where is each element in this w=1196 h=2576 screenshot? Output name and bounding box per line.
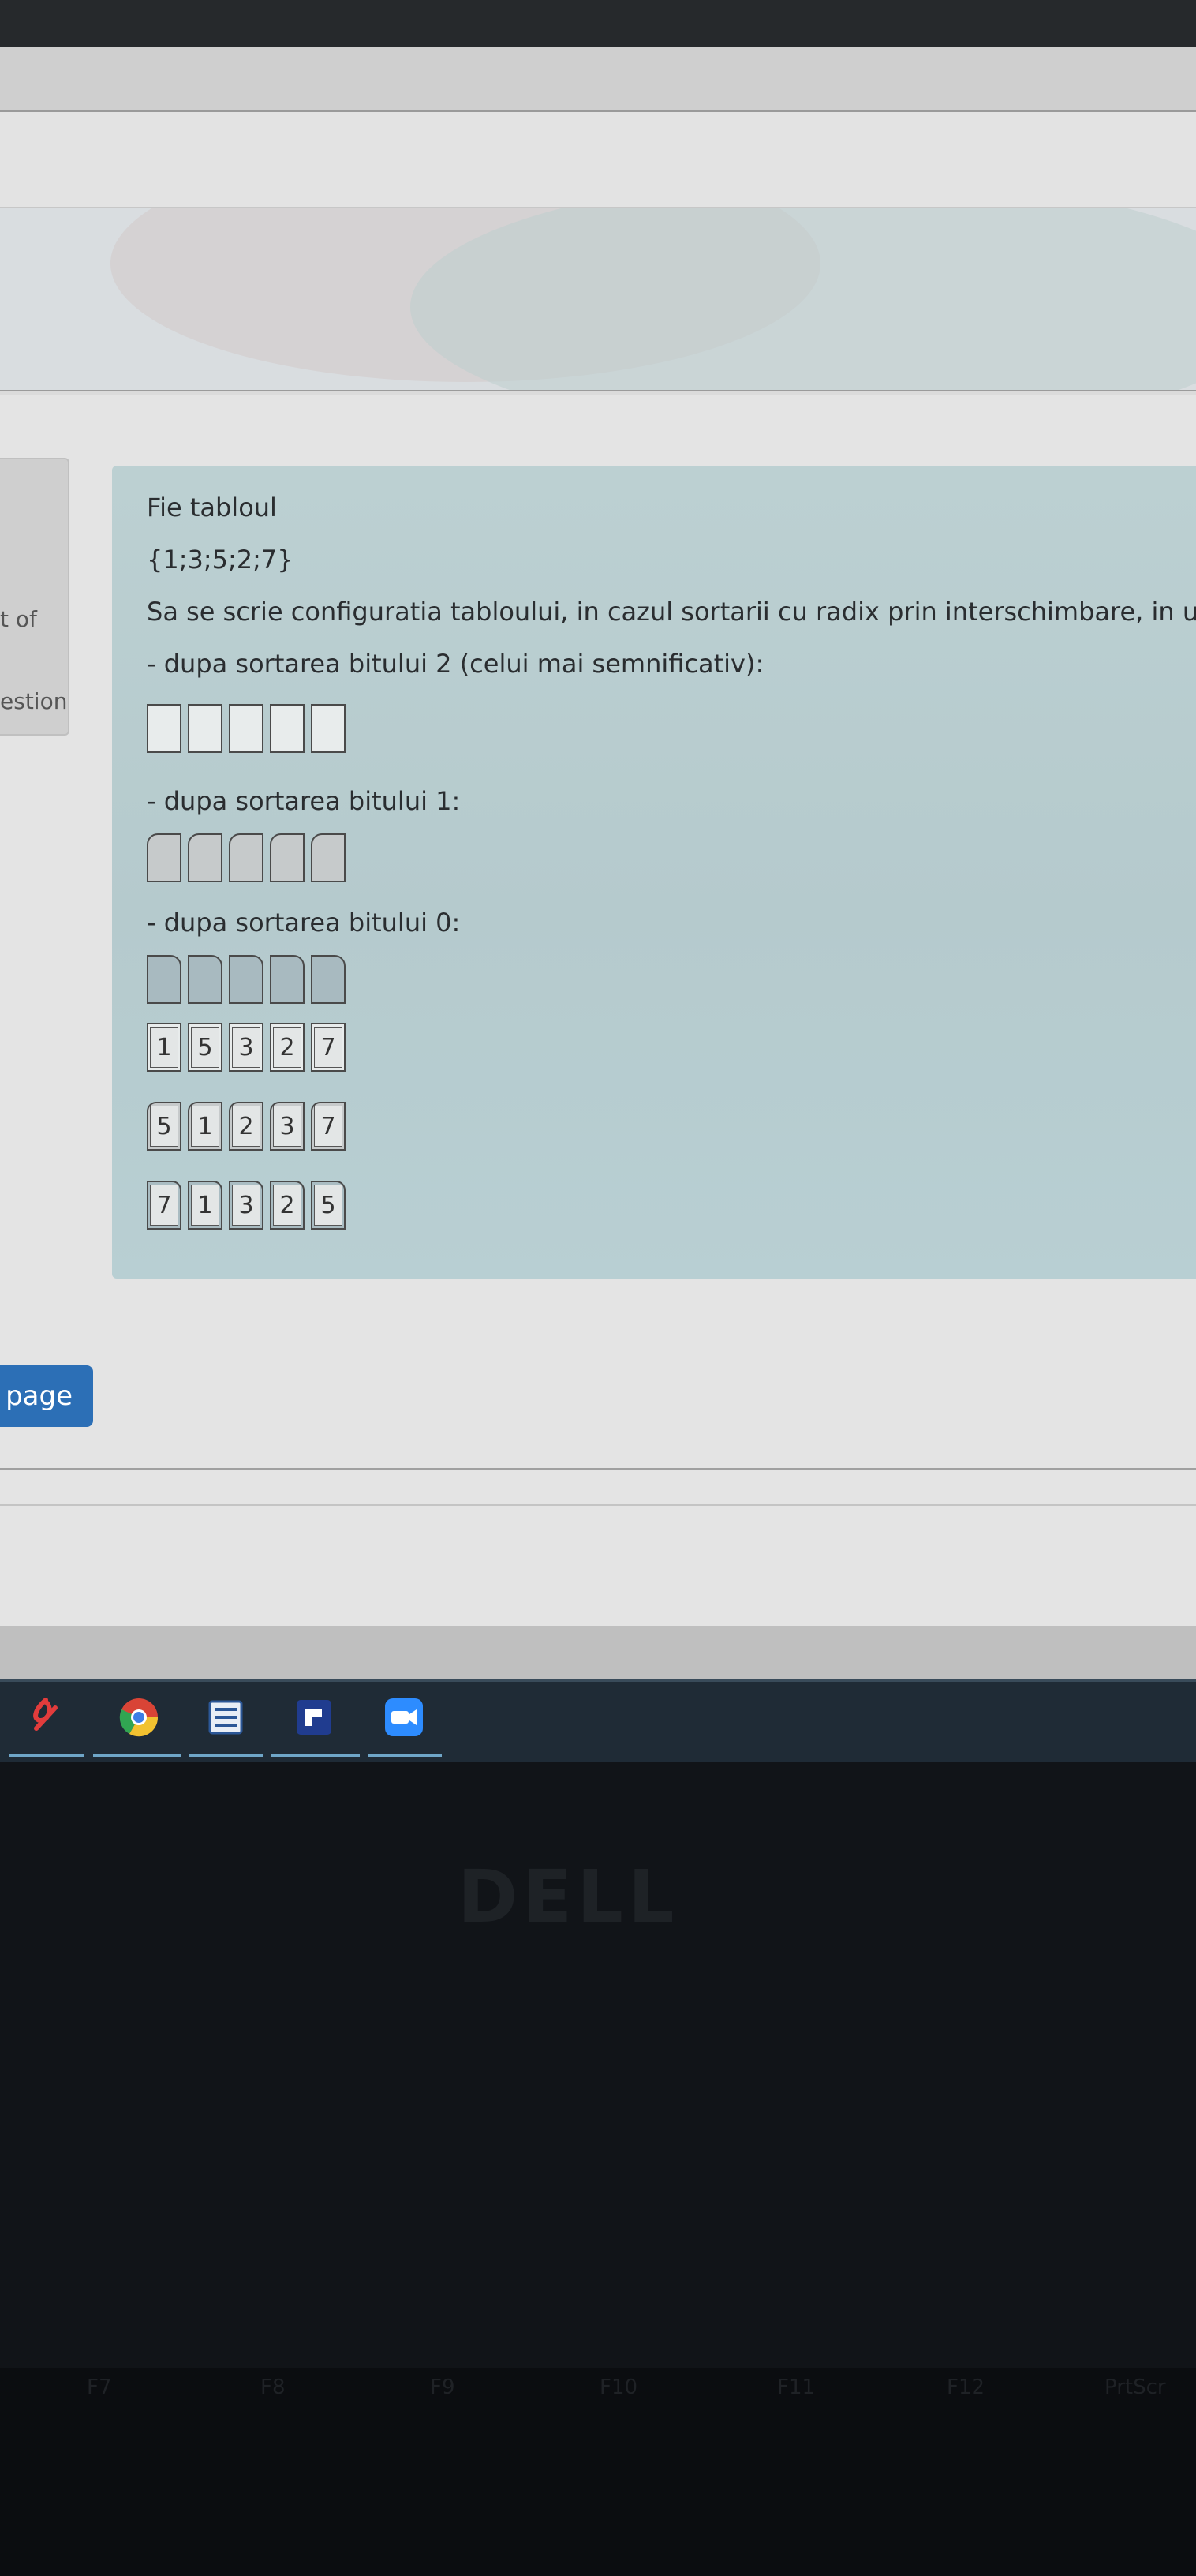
function-key: F10 — [600, 2376, 638, 2399]
choice-value: 1 — [191, 1106, 219, 1147]
draggable-choice[interactable]: 5 — [147, 1102, 181, 1151]
page-footer — [0, 1626, 1196, 1681]
choice-value: 7 — [150, 1185, 178, 1226]
drop-zone[interactable] — [311, 833, 346, 882]
drop-zone[interactable] — [311, 704, 346, 753]
draggable-choice[interactable]: 1 — [188, 1102, 222, 1151]
divider — [0, 390, 1196, 391]
drop-zone[interactable] — [229, 704, 263, 753]
divider — [0, 1504, 1196, 1506]
drop-zone[interactable] — [188, 833, 222, 882]
answer-choices-row-2: 5 1 2 3 7 — [147, 1102, 346, 1151]
function-key: F9 — [430, 2376, 455, 2399]
flag-question-link[interactable]: estion — [0, 688, 67, 714]
choice-value: 5 — [150, 1106, 178, 1147]
word-icon[interactable] — [202, 1695, 249, 1739]
drop-zone[interactable] — [229, 955, 263, 1004]
draggable-choice[interactable]: 5 — [311, 1181, 346, 1230]
step-bit-1-label: - dupa sortarea bitului 1: — [147, 786, 461, 816]
choice-value: 3 — [232, 1185, 260, 1226]
windows-taskbar — [0, 1679, 1196, 1764]
drop-zone[interactable] — [311, 955, 346, 1004]
drop-zone-row-bit1 — [147, 833, 346, 882]
next-page-button[interactable]: page — [0, 1365, 93, 1427]
drop-zone[interactable] — [270, 955, 305, 1004]
question-text-box: Fie tabloul {1;3;5;2;7} Sa se scrie conf… — [112, 466, 1196, 1279]
question-array: {1;3;5;2;7} — [147, 545, 293, 575]
choice-value: 7 — [314, 1027, 342, 1068]
keyboard — [0, 2368, 1196, 2576]
drop-zone[interactable] — [188, 704, 222, 753]
draggable-choice[interactable]: 3 — [270, 1102, 305, 1151]
draggable-choice[interactable]: 7 — [311, 1023, 346, 1072]
drop-zone-row-bit2 — [147, 704, 346, 753]
taskbar-active-indicator — [189, 1754, 263, 1757]
chrome-icon[interactable] — [115, 1695, 163, 1739]
answer-choices-row-3: 7 1 3 2 5 — [147, 1181, 346, 1230]
taskbar-active-indicator — [9, 1754, 84, 1757]
draggable-choice[interactable]: 1 — [147, 1023, 181, 1072]
choice-value: 1 — [191, 1185, 219, 1226]
drop-zone[interactable] — [270, 833, 305, 882]
site-subheader — [0, 112, 1196, 208]
flow-app-icon[interactable] — [290, 1695, 338, 1739]
choice-value: 2 — [232, 1106, 260, 1147]
function-key: F7 — [87, 2376, 112, 2399]
taskbar-active-indicator — [271, 1754, 360, 1757]
draggable-choice[interactable]: 7 — [311, 1102, 346, 1151]
dell-logo: DELL — [458, 1855, 679, 1939]
question-info-panel: t of estion — [0, 458, 69, 736]
draggable-choice[interactable]: 3 — [229, 1181, 263, 1230]
choice-value: 2 — [273, 1027, 301, 1068]
choice-value: 5 — [191, 1027, 219, 1068]
question-prompt: Sa se scrie configuratia tabloului, in c… — [147, 597, 1196, 627]
function-key: F12 — [947, 2376, 985, 2399]
step-bit-0-label: - dupa sortarea bitului 0: — [147, 908, 461, 938]
pdf-reader-icon[interactable] — [22, 1695, 69, 1739]
taskbar-active-indicator — [93, 1754, 181, 1757]
function-key: F8 — [260, 2376, 286, 2399]
draggable-choice[interactable]: 1 — [188, 1181, 222, 1230]
question-intro: Fie tabloul — [147, 492, 277, 522]
function-key: PrtScr — [1104, 2376, 1166, 2399]
draggable-choice[interactable]: 5 — [188, 1023, 222, 1072]
choice-value: 2 — [273, 1185, 301, 1226]
drop-zone[interactable] — [147, 833, 181, 882]
draggable-choice[interactable]: 2 — [270, 1181, 305, 1230]
divider — [0, 1468, 1196, 1470]
choice-value: 3 — [273, 1106, 301, 1147]
drop-zone[interactable] — [188, 955, 222, 1004]
question-info-label: t of — [0, 606, 37, 632]
step-bit-2-label: - dupa sortarea bitului 2 (celui mai sem… — [147, 649, 764, 679]
taskbar-active-indicator — [368, 1754, 442, 1757]
draggable-choice[interactable]: 7 — [147, 1181, 181, 1230]
drop-zone[interactable] — [147, 955, 181, 1004]
choice-value: 3 — [232, 1027, 260, 1068]
banner-decoration — [410, 208, 1196, 390]
draggable-choice[interactable]: 2 — [270, 1023, 305, 1072]
drop-zone[interactable] — [270, 704, 305, 753]
function-key: F11 — [777, 2376, 816, 2399]
draggable-choice[interactable]: 3 — [229, 1023, 263, 1072]
browser-screen: t of estion Fie tabloul {1;3;5;2;7} Sa s… — [0, 0, 1196, 1720]
choice-value: 1 — [150, 1027, 178, 1068]
answer-choices-row-1: 1 5 3 2 7 — [147, 1023, 346, 1072]
next-page-label: page — [6, 1380, 73, 1412]
drop-zone[interactable] — [147, 704, 181, 753]
window-top-strip — [0, 0, 1196, 47]
drop-zone[interactable] — [229, 833, 263, 882]
draggable-choice[interactable]: 2 — [229, 1102, 263, 1151]
zoom-icon[interactable] — [380, 1695, 428, 1739]
choice-value: 5 — [314, 1185, 342, 1226]
site-header — [0, 47, 1196, 112]
drop-zone-row-bit0 — [147, 955, 346, 1004]
page-banner — [0, 208, 1196, 390]
choice-value: 7 — [314, 1106, 342, 1147]
